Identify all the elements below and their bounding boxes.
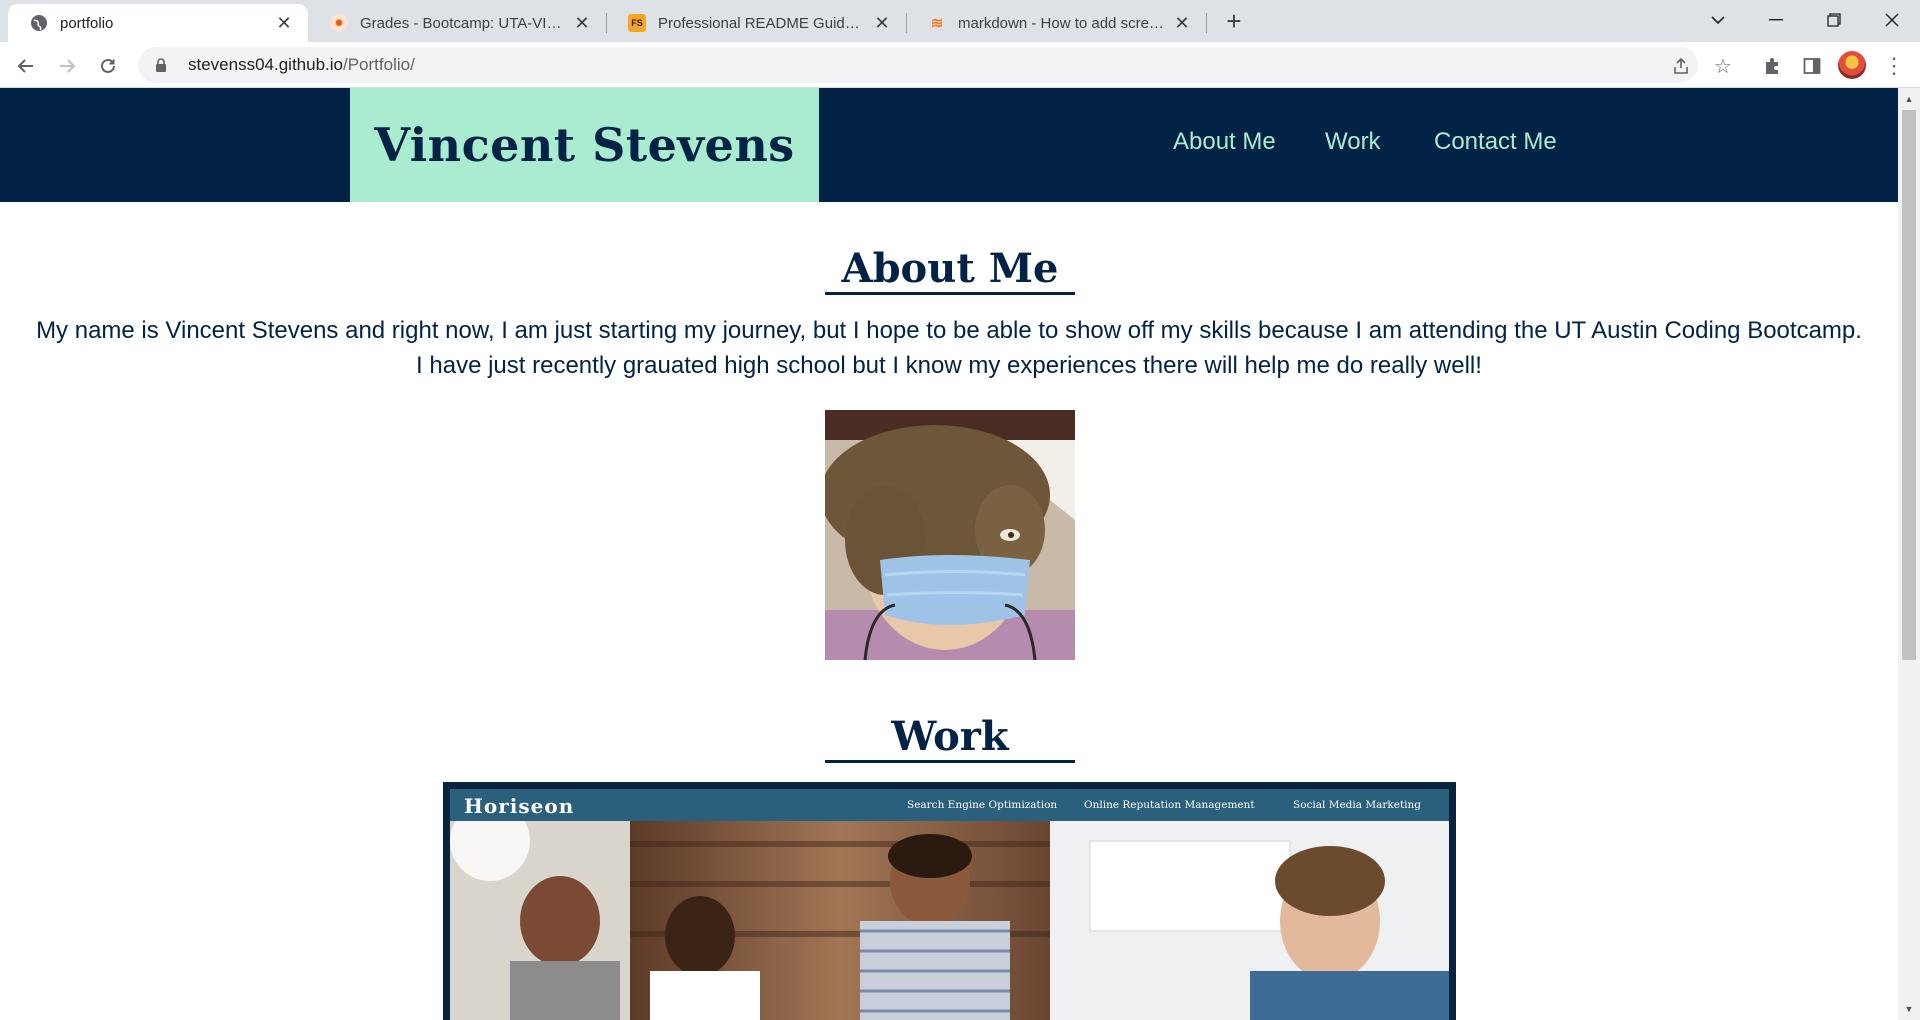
work-heading: Work: [825, 714, 1075, 763]
site-title: Vincent Stevens: [374, 118, 795, 172]
scrollbar-thumb[interactable]: [1902, 110, 1916, 660]
page-scrollbar[interactable]: ▲ ▼: [1898, 88, 1920, 1020]
url-path: /Portfolio/: [343, 55, 415, 74]
profile-photo-image: [825, 410, 1075, 660]
stackoverflow-icon: ≋: [930, 15, 944, 32]
close-tab-icon[interactable]: ✕: [274, 13, 294, 34]
site-header: Vincent Stevens About Me Work Contact Me: [0, 88, 1898, 202]
about-paragraph: My name is Vincent Stevens and right now…: [36, 317, 1862, 379]
lock-icon: [156, 58, 166, 72]
side-panel-icon[interactable]: [1800, 54, 1824, 78]
tab-title: Professional README Guide | The: [658, 14, 866, 32]
project-link-social: Social Media Marketing: [1293, 799, 1422, 811]
scroll-down-arrow-icon[interactable]: ▼: [1898, 1000, 1920, 1018]
scroll-up-arrow-icon[interactable]: ▲: [1898, 90, 1920, 108]
close-tab-icon[interactable]: ✕: [1172, 13, 1192, 34]
project-link-reputation: Online Reputation Management: [1084, 799, 1255, 811]
profile-avatar[interactable]: [1838, 51, 1866, 79]
tab-readme-guide[interactable]: FS Professional README Guide | The ✕: [606, 4, 906, 42]
browser-toolbar: stevenss04.github.io/Portfolio/ ☆ ⋮: [0, 42, 1920, 88]
profile-photo: [825, 410, 1075, 660]
fs-logo-icon: FS: [628, 14, 646, 32]
address-bar[interactable]: stevenss04.github.io/Portfolio/: [138, 47, 1698, 83]
project-screenshot: Horiseon Search Engine Optimization Onli…: [450, 789, 1449, 1020]
globe-icon: [30, 14, 48, 32]
share-icon[interactable]: [1670, 55, 1692, 77]
tab-portfolio[interactable]: portfolio ✕: [8, 4, 308, 42]
tab-grades[interactable]: ✺ Grades - Bootcamp: UTA-VIRT-FS ✕: [308, 4, 606, 42]
brand-block: Vincent Stevens: [350, 88, 819, 202]
extensions-puzzle-icon[interactable]: [1760, 54, 1784, 78]
new-tab-button[interactable]: +: [1218, 6, 1250, 38]
nav-link-contact-me[interactable]: Contact Me: [1434, 128, 1557, 156]
forward-button[interactable]: [51, 50, 83, 82]
reload-button[interactable]: [92, 50, 124, 82]
url-text: stevenss04.github.io/Portfolio/: [188, 55, 415, 75]
tab-title: portfolio: [60, 14, 114, 32]
tab-title: markdown - How to add screensh: [958, 14, 1166, 32]
tab-separator: [1206, 13, 1207, 33]
about-heading: About Me: [825, 246, 1075, 295]
close-window-button[interactable]: [1864, 0, 1920, 40]
bookmark-star-icon[interactable]: ☆: [1712, 55, 1734, 78]
tab-stackoverflow[interactable]: ≋ markdown - How to add screensh ✕: [906, 4, 1206, 42]
nav-link-about-me[interactable]: About Me: [1173, 128, 1276, 156]
tab-strip: portfolio ✕ ✺ Grades - Bootcamp: UTA-VIR…: [0, 0, 1920, 42]
page-viewport: Vincent Stevens About Me Work Contact Me…: [0, 88, 1898, 1020]
project-logo: Horiseon: [464, 794, 575, 818]
close-tab-icon[interactable]: ✕: [872, 13, 892, 34]
canvas-logo-icon: ✺: [330, 14, 348, 32]
close-tab-icon[interactable]: ✕: [572, 13, 592, 34]
tab-search-button[interactable]: [1690, 0, 1746, 40]
tab-title: Grades - Bootcamp: UTA-VIRT-FS: [360, 14, 566, 32]
project-hero-image: [450, 821, 1449, 1020]
project-link-seo: Search Engine Optimization: [907, 799, 1058, 811]
back-button[interactable]: [10, 50, 42, 82]
restore-button[interactable]: [1806, 0, 1862, 40]
more-menu-icon[interactable]: ⋮: [1882, 53, 1906, 78]
project-card-horiseon[interactable]: Horiseon Search Engine Optimization Onli…: [443, 782, 1456, 1020]
url-host: stevenss04.github.io: [188, 55, 343, 74]
minimize-button[interactable]: [1748, 0, 1804, 40]
nav-link-work[interactable]: Work: [1325, 128, 1381, 156]
project-preview-nav: Horiseon Search Engine Optimization Onli…: [450, 789, 1449, 821]
